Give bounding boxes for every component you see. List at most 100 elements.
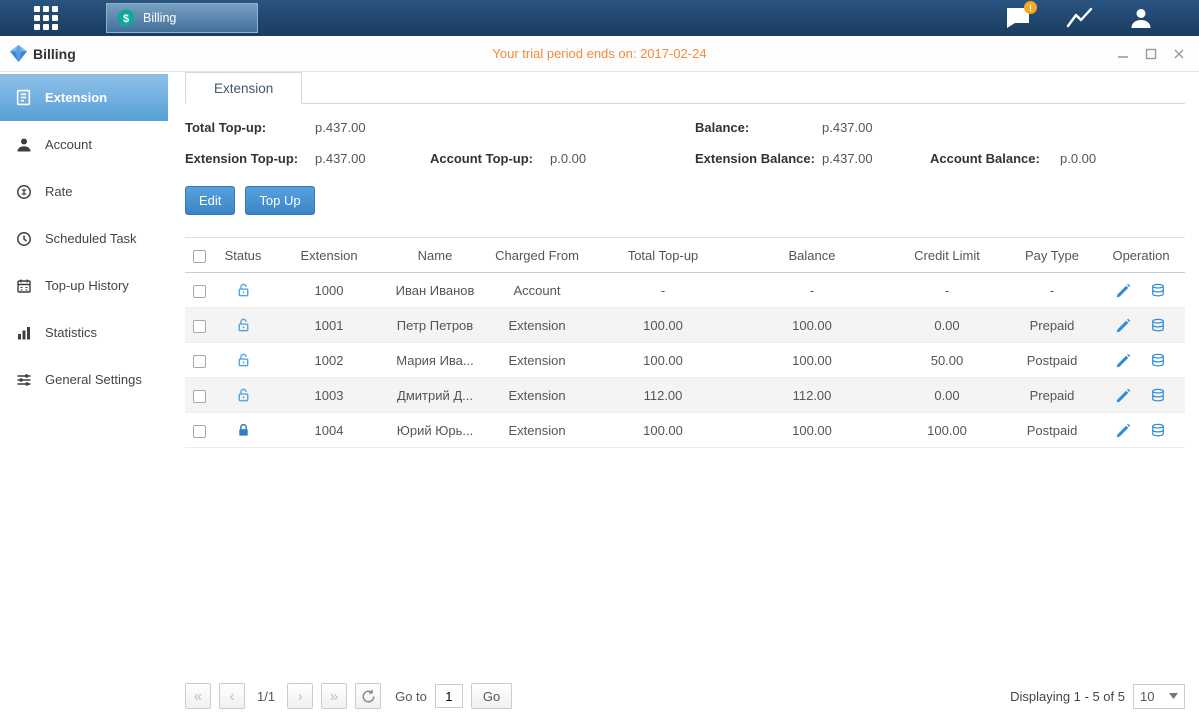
cell-balance: 100.00 [737, 413, 887, 448]
total-topup-label: Total Top-up: [185, 120, 266, 135]
reports-button[interactable] [1066, 6, 1093, 30]
window-title-bar: Billing Your trial period ends on: 2017-… [0, 36, 1199, 72]
topup-row-icon[interactable] [1150, 423, 1166, 438]
action-buttons: Edit Top Up [185, 186, 1185, 215]
sidebar-item-scheduled-task[interactable]: Scheduled Task [0, 215, 168, 262]
next-page-button[interactable]: › [287, 683, 313, 709]
pagination-bar: « ‹ 1/1 › » Go to Go Displaying 1 - 5 of… [185, 682, 1185, 710]
row-checkbox[interactable] [193, 355, 206, 368]
tab-extension[interactable]: Extension [185, 72, 302, 104]
svg-text:$: $ [123, 13, 129, 25]
cell-name: Иван Иванов [385, 273, 485, 308]
edit-row-icon[interactable] [1116, 423, 1131, 438]
close-icon[interactable] [1171, 46, 1187, 62]
row-checkbox[interactable] [193, 390, 206, 403]
cell-total-topup: 100.00 [589, 308, 737, 343]
first-page-button[interactable]: « [185, 683, 211, 709]
extension-topup-label: Extension Top-up: [185, 151, 298, 166]
top-up-button[interactable]: Top Up [245, 186, 314, 215]
extension-table-body: 1000 Иван Иванов Account - - - - 1001 Пе… [185, 273, 1185, 448]
cell-balance: 100.00 [737, 308, 887, 343]
top-navigation-bar: $ Billing ! [0, 0, 1199, 36]
status-lock-icon [236, 422, 251, 438]
cell-balance: - [737, 273, 887, 308]
col-balance: Balance [737, 238, 887, 273]
topup-row-icon[interactable] [1150, 283, 1166, 298]
refresh-button[interactable] [355, 683, 381, 709]
cell-total-topup: 112.00 [589, 378, 737, 413]
cell-credit-limit: 50.00 [887, 343, 1007, 378]
cell-balance: 112.00 [737, 378, 887, 413]
go-button[interactable]: Go [471, 683, 512, 709]
prev-page-button[interactable]: ‹ [219, 683, 245, 709]
select-all-checkbox[interactable] [193, 250, 206, 263]
sidebar-item-extension[interactable]: Extension [0, 74, 168, 121]
table-row: 1002 Мария Ива... Extension 100.00 100.0… [185, 343, 1185, 378]
topbar-right-icons: ! [1006, 6, 1153, 30]
cell-extension: 1000 [273, 273, 385, 308]
status-lock-icon [236, 317, 251, 333]
cell-pay-type: - [1007, 273, 1097, 308]
status-lock-icon [236, 352, 251, 368]
coin-icon [15, 184, 32, 200]
cell-name: Дмитрий Д... [385, 378, 485, 413]
cell-name: Петр Петров [385, 308, 485, 343]
goto-page-input[interactable] [435, 684, 463, 708]
table-row: 1004 Юрий Юрь... Extension 100.00 100.00… [185, 413, 1185, 448]
cell-extension: 1004 [273, 413, 385, 448]
app-launcher-grid-icon[interactable] [32, 4, 60, 32]
row-checkbox[interactable] [193, 320, 206, 333]
app-title: Billing [10, 45, 76, 62]
bar-chart-icon [15, 325, 32, 341]
edit-button[interactable]: Edit [185, 186, 235, 215]
topup-row-icon[interactable] [1150, 353, 1166, 368]
tab-extension-label: Extension [214, 81, 273, 96]
table-row: 1003 Дмитрий Д... Extension 112.00 112.0… [185, 378, 1185, 413]
sidebar-item-rate[interactable]: Rate [0, 168, 168, 215]
line-chart-icon [1066, 6, 1093, 30]
maximize-icon[interactable] [1143, 46, 1159, 62]
col-charged-from: Charged From [485, 238, 589, 273]
user-icon [1129, 6, 1153, 30]
last-page-button[interactable]: » [321, 683, 347, 709]
col-name: Name [385, 238, 485, 273]
sidebar-item-general-settings[interactable]: General Settings [0, 356, 168, 403]
topup-row-icon[interactable] [1150, 388, 1166, 403]
cell-charged-from: Extension [485, 343, 589, 378]
sidebar-item-account[interactable]: Account [0, 121, 168, 168]
balance-value: p.437.00 [822, 120, 873, 135]
table-row: 1000 Иван Иванов Account - - - - [185, 273, 1185, 308]
edit-row-icon[interactable] [1116, 353, 1131, 368]
billing-app-tab[interactable]: $ Billing [106, 3, 258, 33]
topup-row-icon[interactable] [1150, 318, 1166, 333]
billing-app-window: $ Billing ! Billing Your trial period en… [0, 0, 1199, 720]
billing-summary: Total Top-up: p.437.00 Balance: p.437.00… [185, 104, 1185, 174]
total-topup-value: p.437.00 [315, 120, 366, 135]
cell-charged-from: Extension [485, 308, 589, 343]
user-account-button[interactable] [1129, 6, 1153, 30]
row-checkbox[interactable] [193, 285, 206, 298]
minimize-icon[interactable] [1115, 46, 1131, 62]
page-size-select[interactable]: 10 [1133, 684, 1185, 709]
edit-row-icon[interactable] [1116, 283, 1131, 298]
sidebar-item-label: Account [45, 137, 92, 152]
row-checkbox[interactable] [193, 425, 206, 438]
edit-row-icon[interactable] [1116, 318, 1131, 333]
cell-balance: 100.00 [737, 343, 887, 378]
sidebar-item-statistics[interactable]: Statistics [0, 309, 168, 356]
window-controls [1115, 46, 1187, 62]
cell-name: Мария Ива... [385, 343, 485, 378]
col-extension: Extension [273, 238, 385, 273]
status-lock-icon [236, 387, 251, 403]
sidebar-item-topup-history[interactable]: Top-up History [0, 262, 168, 309]
cell-total-topup: 100.00 [589, 413, 737, 448]
notifications-button[interactable]: ! [1006, 7, 1030, 29]
cell-extension: 1001 [273, 308, 385, 343]
sidebar-item-label: Scheduled Task [45, 231, 137, 246]
extension-balance-value: p.437.00 [822, 151, 873, 166]
goto-label: Go to [395, 689, 427, 704]
ledger-icon [15, 89, 32, 106]
cell-credit-limit: - [887, 273, 1007, 308]
extension-table: Status Extension Name Charged From Total… [185, 237, 1185, 448]
edit-row-icon[interactable] [1116, 388, 1131, 403]
